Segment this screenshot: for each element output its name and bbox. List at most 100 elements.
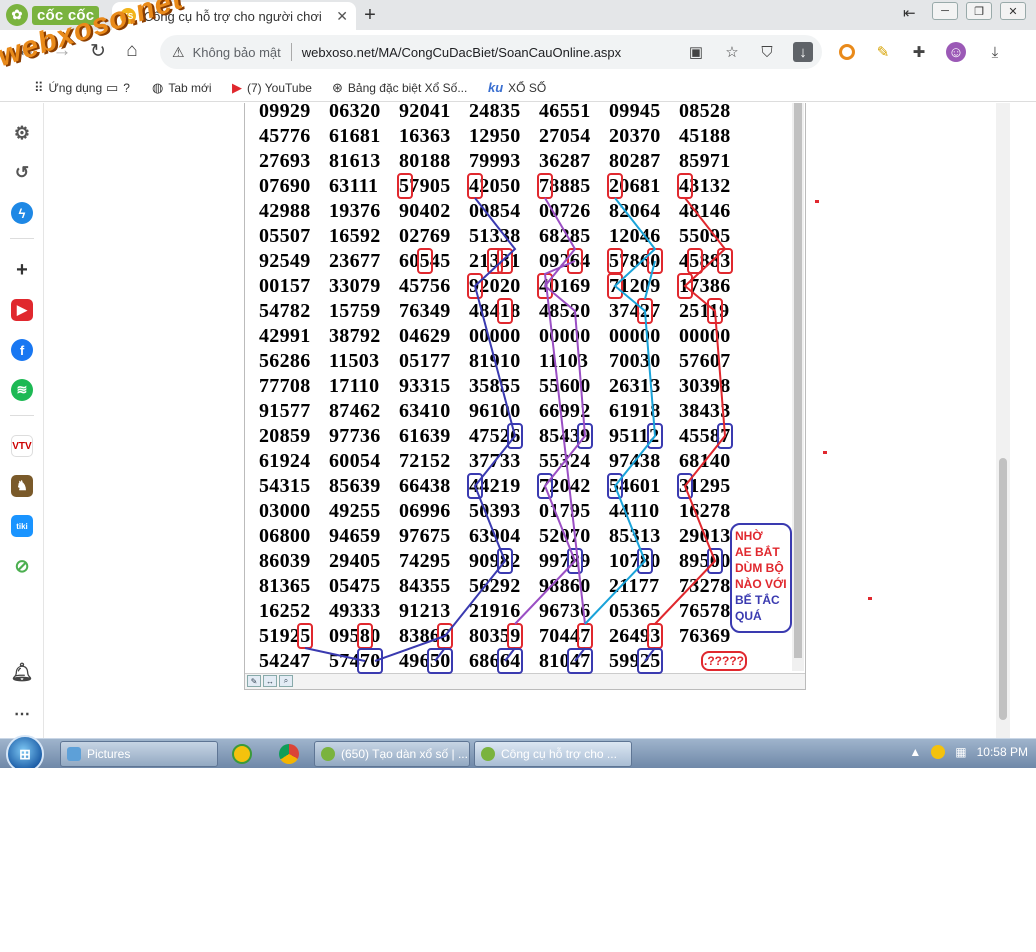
download-arrow-icon[interactable]: ↓ <box>793 42 813 62</box>
history-icon[interactable]: ↺ <box>11 162 33 184</box>
taskbar-coccoc-window-1[interactable]: (650) Tạo dàn xổ số | ... <box>314 741 470 767</box>
grid-cell: 99789 <box>539 550 591 572</box>
grid-cell: 63111 <box>329 175 379 197</box>
grid-row: 92549 23677 60545 21331 09264 57860 45883 <box>259 249 749 274</box>
omnibox-divider <box>290 43 292 61</box>
resize-icon[interactable]: ↔ <box>263 675 277 687</box>
grid-cell: 42988 <box>259 200 311 222</box>
game-icon[interactable]: ♞ <box>11 475 33 497</box>
add-icon[interactable]: + <box>11 259 33 281</box>
popup-blocked-icon[interactable]: ▣ <box>686 42 706 62</box>
grid-cell: 85971 <box>679 150 731 172</box>
network-icon[interactable]: ▦ <box>955 745 966 759</box>
grid-cell: 57860 <box>609 250 661 272</box>
grid-cell: 92041 <box>399 103 451 122</box>
grid-cell: 36287 <box>539 150 591 172</box>
bookmark-new-tab[interactable]: ◍ Tab mới <box>152 80 212 96</box>
tab-close-icon[interactable]: ✕ <box>336 8 348 25</box>
clock[interactable]: 10:58 PM <box>977 745 1028 759</box>
note-line: NÀO VỚI <box>735 577 787 591</box>
tray-app-icon[interactable] <box>931 745 946 759</box>
grid-cell: 80359 <box>469 625 521 647</box>
taskbar-label: (650) Tạo dàn xổ số | ... <box>341 747 468 761</box>
spotify-icon[interactable]: ≋ <box>11 379 33 401</box>
messenger-icon[interactable]: ϟ <box>11 202 33 224</box>
bookmark-apps[interactable]: ⠿ Ứng dụng <box>34 80 102 96</box>
settings-gear-icon[interactable]: ⚙ <box>11 122 33 144</box>
youtube-icon: ▶ <box>232 80 242 95</box>
grid-cell: 57470 <box>329 650 381 672</box>
url-text[interactable]: webxoso.net/MA/CongCuDacBiet/SoanCauOnli… <box>302 45 621 60</box>
bookmark-xoso[interactable]: ku XỔ SỐ <box>488 80 546 95</box>
grid-cell: 55095 <box>679 225 731 247</box>
grid-cell: 16363 <box>399 125 451 147</box>
grid-cell: 16278 <box>679 500 731 522</box>
panel-scrollbar[interactable] <box>792 103 804 671</box>
grid-cell: 44110 <box>609 500 660 522</box>
pencil-icon[interactable]: ✎ <box>873 42 893 62</box>
youtube-icon[interactable]: ▶ <box>11 299 33 321</box>
tray-expand-icon[interactable]: ▲ <box>909 745 921 759</box>
taskbar-coccoc-window-2[interactable]: Công cụ hỗ trợ cho ... <box>474 741 632 767</box>
tiki-icon[interactable]: tiki <box>11 515 33 537</box>
zoom-icon[interactable]: ⌕ <box>279 675 293 687</box>
grid-cell: 06996 <box>399 500 451 522</box>
shield-icon[interactable]: ⛉ <box>757 42 777 62</box>
notification-bell-icon[interactable]: 🔔︎ <box>11 661 34 683</box>
grid-cell: 16252 <box>259 600 311 622</box>
grid-row: 27693 81613 80188 79993 36287 80287 85971 <box>259 149 749 174</box>
grid-row: 16252 49333 91213 21916 96736 05365 76578 <box>259 599 749 624</box>
grid-cell: 42991 <box>259 325 311 347</box>
folder-icon: ▭ <box>106 80 119 95</box>
page-scrollbar[interactable] <box>996 103 1010 738</box>
number-grid: 09929 06320 92041 24835 46551 09945 08528 45776… <box>259 103 749 674</box>
ku-icon: ku <box>488 80 504 95</box>
grid-cell: 77708 <box>259 375 311 397</box>
close-window-button[interactable]: ✕ <box>1000 2 1026 20</box>
facebook-icon[interactable]: f <box>11 339 33 361</box>
grid-row: 51925 09580 83866 80359 70447 26493 76369 <box>259 624 749 649</box>
chrome-icon[interactable] <box>279 744 299 764</box>
grid-cell: 50393 <box>469 500 521 522</box>
taskbar-label: Pictures <box>87 747 131 761</box>
grid-cell: 20681 <box>609 175 661 197</box>
home-button[interactable]: ⌂ <box>120 40 144 62</box>
taskbar-pictures[interactable]: Pictures <box>60 741 218 767</box>
grid-cell: 96736 <box>539 600 591 622</box>
quick-launch-icon[interactable] <box>232 744 252 764</box>
grid-cell: 63904 <box>469 525 521 547</box>
bookmark-star-icon[interactable]: ☆ <box>722 42 742 62</box>
profile-avatar-icon[interactable]: ☺ <box>946 42 966 62</box>
bookmark-folder[interactable]: ▭ ? <box>106 80 130 96</box>
grid-cell: 95112 <box>609 425 660 447</box>
map-pin-icon[interactable]: ⊘ <box>11 555 33 577</box>
panel-scroll-thumb[interactable] <box>794 103 802 658</box>
bookmark-xoso-table[interactable]: ⊛ Bảng đặc biệt Xổ Số... <box>332 80 467 96</box>
new-tab-button[interactable]: + <box>360 4 380 27</box>
grid-cell: 56292 <box>469 575 521 597</box>
grid-cell: 30398 <box>679 375 731 397</box>
grid-cell: 57607 <box>679 350 731 372</box>
grid-cell: 80188 <box>399 150 451 172</box>
left-sidebar: ⚙ ↺ ϟ + ▶ f ≋ VTV ♞ tiki ⊘ 🔔︎ ⋯ <box>0 103 44 738</box>
coccoc-extension-icon[interactable] <box>837 42 857 62</box>
minimize-button[interactable]: ─ <box>932 2 958 20</box>
grid-cell: 61639 <box>399 425 451 447</box>
bookmark-youtube[interactable]: ▶ (7) YouTube <box>232 80 312 96</box>
grid-cell: 29405 <box>329 550 381 572</box>
grid-cell: 91577 <box>259 400 311 422</box>
maximize-button[interactable]: ❐ <box>966 2 992 20</box>
extensions-puzzle-icon[interactable]: ✚ <box>909 42 929 62</box>
more-icon[interactable]: ⋯ <box>11 703 33 725</box>
grid-cell: 45756 <box>399 275 451 297</box>
sidebar-divider <box>10 238 34 239</box>
tab-search-icon[interactable]: ⇤ <box>903 4 916 22</box>
note-line: NHỜ <box>735 529 763 543</box>
edit-icon[interactable]: ✎ <box>247 675 261 687</box>
vtv-icon[interactable]: VTV <box>11 435 33 457</box>
grid-cell: 55324 <box>539 450 591 472</box>
downloads-icon[interactable]: ⤓ <box>985 42 1005 62</box>
grid-cell: 20370 <box>609 125 661 147</box>
page-scroll-thumb[interactable] <box>999 458 1007 720</box>
coccoc-icon <box>481 747 495 761</box>
